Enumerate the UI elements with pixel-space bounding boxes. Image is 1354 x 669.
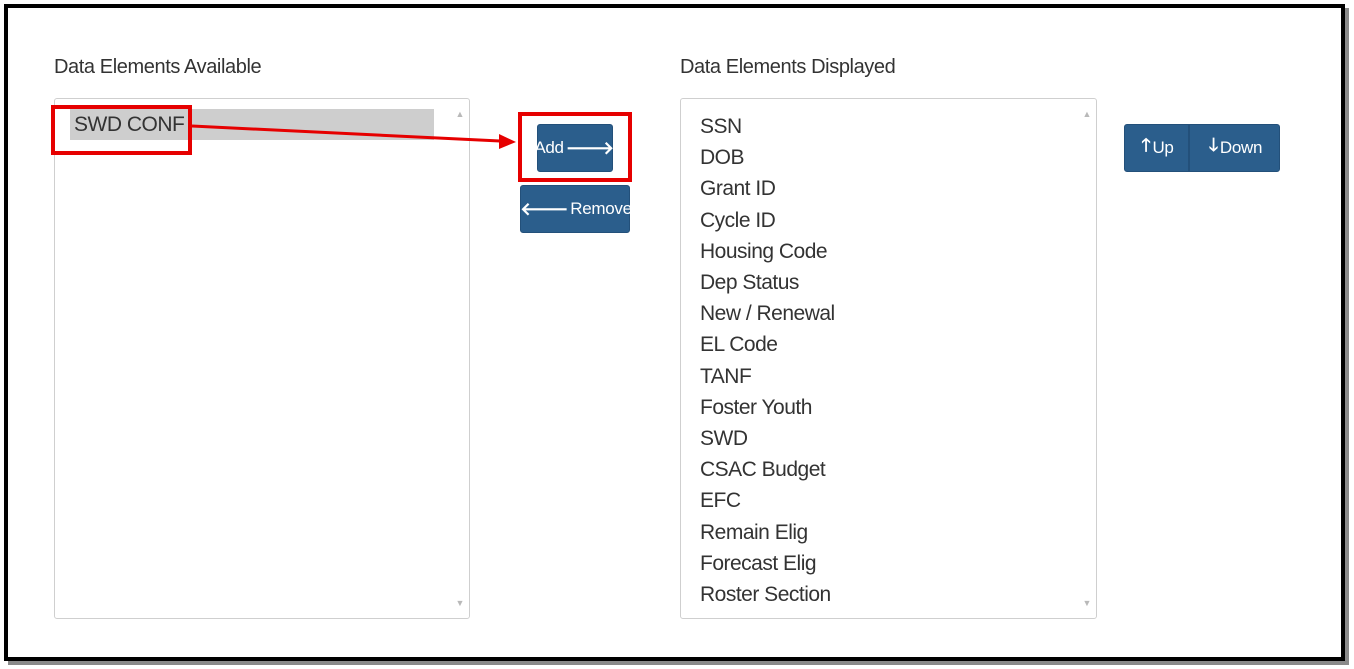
- annotation-arrow: [191, 124, 516, 149]
